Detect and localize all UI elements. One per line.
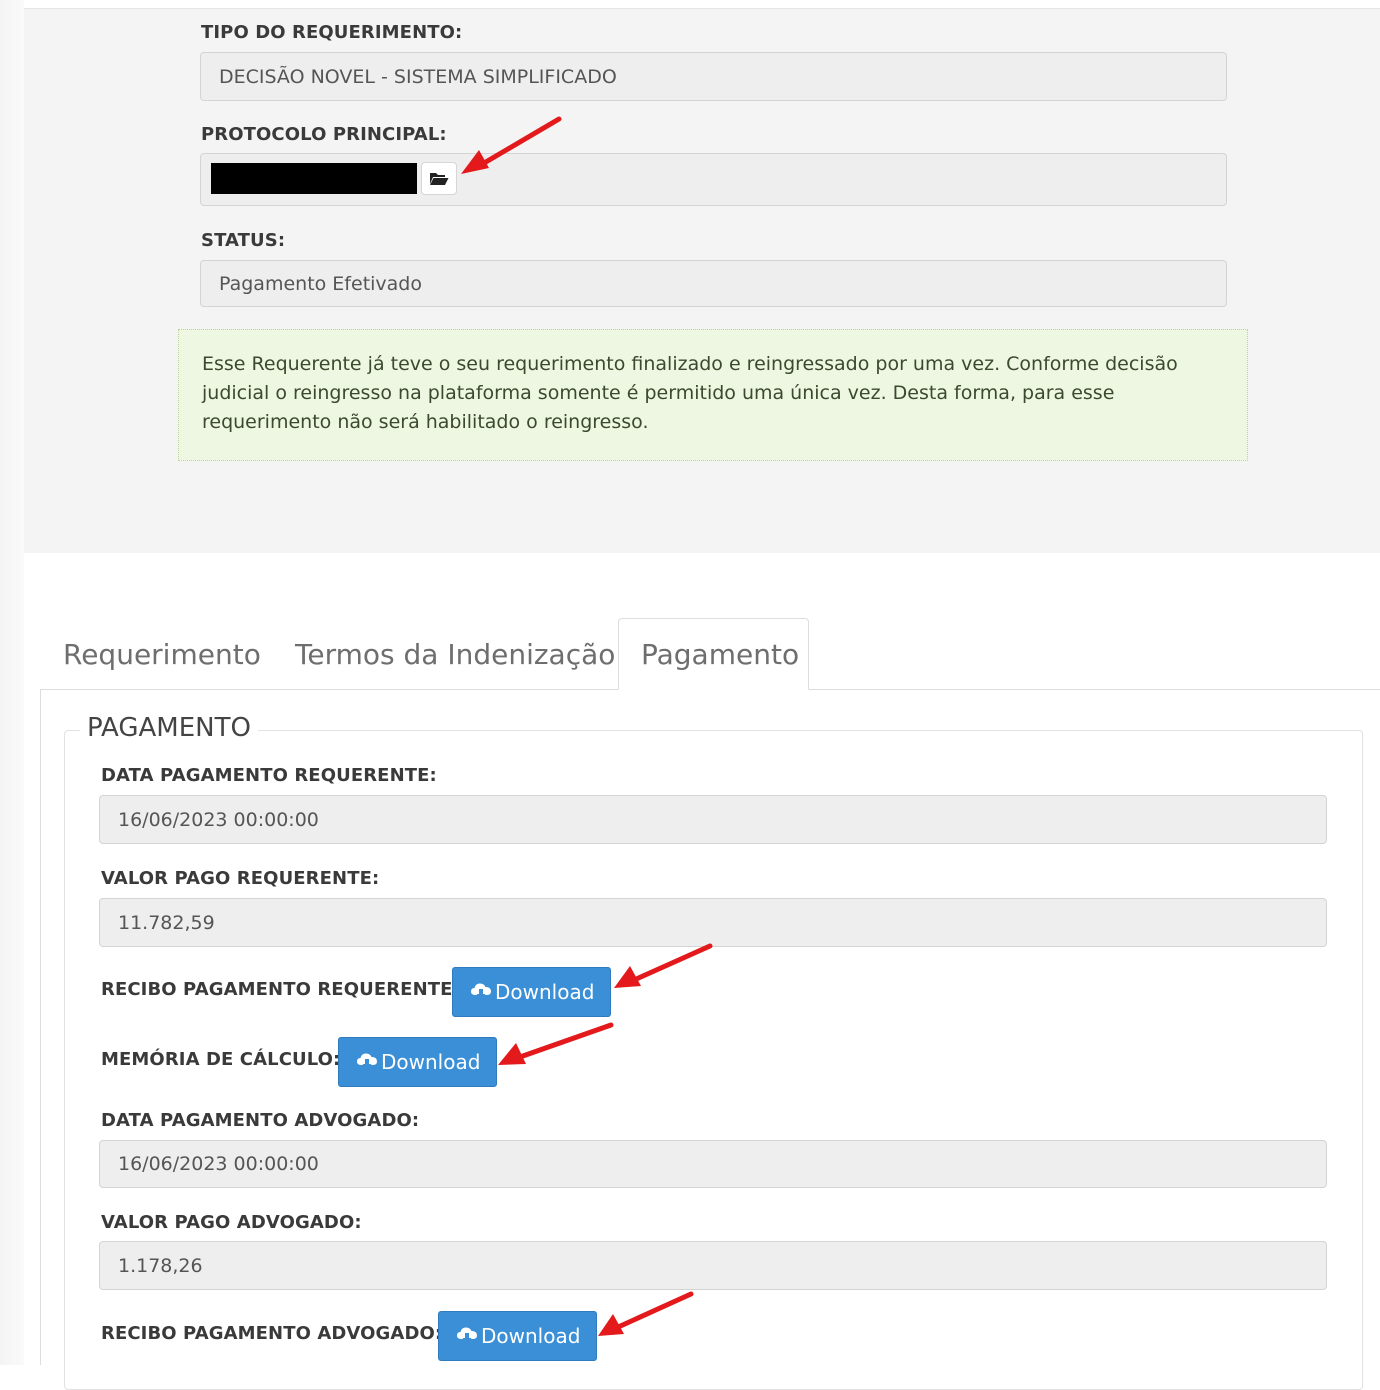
download-memoria-calculo-button[interactable]: Download: [338, 1037, 498, 1087]
red-arrow-icon: [461, 116, 562, 174]
download-recibo-advogado-button[interactable]: Download: [438, 1311, 598, 1361]
tab-termos-da-indenizacao[interactable]: Termos da Indenização: [295, 618, 615, 690]
tab-requerimento[interactable]: Requerimento: [63, 618, 261, 690]
valor-pago-requerente-label: VALOR PAGO REQUERENTE:: [101, 868, 380, 889]
data-pagamento-requerente-field: 16/06/2023 00:00:00: [99, 795, 1327, 844]
memoria-de-calculo-label: MEMÓRIA DE CÁLCULO:: [101, 1049, 341, 1070]
tipo-requerimento-field: DECISÃO NOVEL - SISTEMA SIMPLIFICADO: [200, 52, 1227, 101]
tab-pagamento[interactable]: Pagamento: [618, 618, 809, 690]
status-label: STATUS:: [201, 230, 286, 251]
red-arrow-icon: [498, 1022, 614, 1065]
status-field: Pagamento Efetivado: [200, 260, 1227, 307]
data-pagamento-advogado-label: DATA PAGAMENTO ADVOGADO:: [101, 1110, 420, 1131]
reingresso-alert-text: Esse Requerente já teve o seu requerimen…: [202, 353, 1178, 433]
open-protocol-button[interactable]: [421, 162, 457, 195]
red-arrow-icon: [598, 1291, 694, 1336]
tipo-requerimento-label: TIPO DO REQUERIMENTO:: [201, 22, 463, 43]
data-pagamento-requerente-label: DATA PAGAMENTO REQUERENTE:: [101, 765, 437, 786]
cloud-download-icon: [457, 1327, 477, 1344]
cloud-download-icon: [357, 1053, 377, 1070]
valor-pago-advogado-field: 1.178,26: [99, 1241, 1327, 1290]
data-pagamento-advogado-field: 16/06/2023 00:00:00: [99, 1140, 1327, 1188]
page-left-gutter: [0, 0, 24, 1365]
download-label: Download: [495, 980, 595, 1004]
data-pagamento-advogado-value: 16/06/2023 00:00:00: [118, 1153, 319, 1175]
reingresso-alert: Esse Requerente já teve o seu requerimen…: [178, 329, 1248, 461]
valor-pago-requerente-value: 11.782,59: [118, 911, 215, 934]
status-value: Pagamento Efetivado: [219, 272, 422, 295]
download-label: Download: [481, 1324, 581, 1348]
tab-content-border: [40, 690, 41, 1365]
tipo-requerimento-value: DECISÃO NOVEL - SISTEMA SIMPLIFICADO: [219, 65, 617, 88]
download-label: Download: [381, 1050, 481, 1074]
valor-pago-advogado-label: VALOR PAGO ADVOGADO:: [101, 1212, 362, 1233]
valor-pago-advogado-value: 1.178,26: [118, 1254, 203, 1277]
pagamento-legend: PAGAMENTO: [80, 713, 258, 743]
download-recibo-requerente-button[interactable]: Download: [452, 967, 612, 1017]
recibo-pagamento-advogado-label: RECIBO PAGAMENTO ADVOGADO:: [101, 1323, 443, 1344]
cloud-download-icon: [471, 983, 491, 1000]
folder-open-icon: [430, 173, 449, 185]
protocolo-principal-label: PROTOCOLO PRINCIPAL:: [201, 124, 447, 145]
data-pagamento-requerente-value: 16/06/2023 00:00:00: [118, 808, 319, 831]
protocolo-principal-field: [200, 153, 1227, 206]
redacted-protocol-number: [211, 163, 417, 194]
recibo-pagamento-requerente-label: RECIBO PAGAMENTO REQUERENTE:: [101, 979, 460, 1000]
red-arrow-icon: [614, 943, 713, 988]
